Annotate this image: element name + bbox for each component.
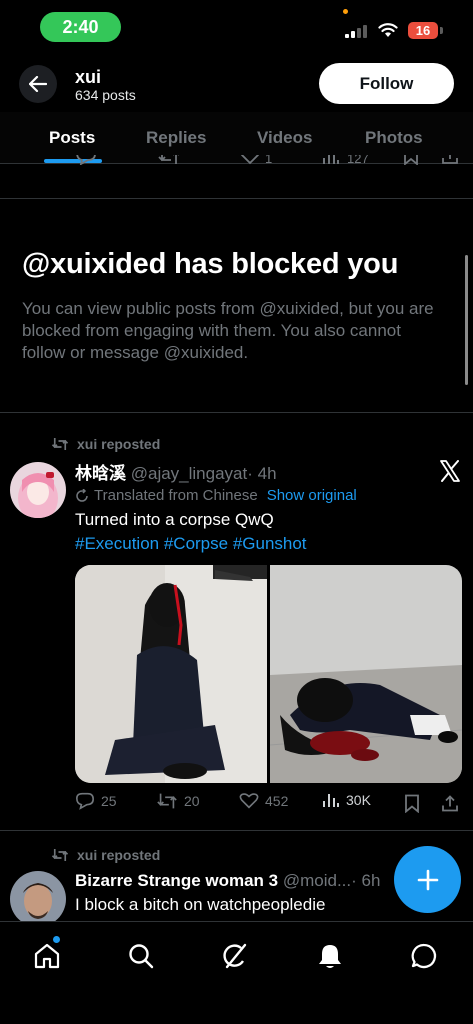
nav-grok[interactable]: [215, 936, 255, 976]
display-name[interactable]: 林晗溪: [75, 464, 126, 483]
bottom-navigation: [0, 921, 473, 1024]
views-button[interactable]: 30K: [322, 792, 371, 808]
bookmark-icon[interactable]: [403, 794, 421, 813]
avatar[interactable]: [10, 871, 66, 927]
views-icon[interactable]: [322, 155, 340, 165]
x-logo-icon: [440, 460, 460, 482]
heart-icon[interactable]: [239, 155, 261, 165]
compose-button[interactable]: [394, 846, 461, 913]
repost-label-text: xui reposted: [77, 436, 161, 452]
status-bar: 2:40 16: [0, 0, 473, 56]
avatar[interactable]: [10, 462, 66, 518]
grok-icon: [223, 943, 247, 969]
blocked-title: @xuixided has blocked you: [22, 248, 399, 280]
repost-icon: [51, 438, 69, 450]
timestamp: · 6h: [351, 871, 381, 890]
display-name[interactable]: Bizarre Strange woman 3: [75, 871, 278, 890]
translation-info: Translated from Chinese Show original: [75, 487, 357, 504]
tweet-hashtags[interactable]: #Execution #Corpse #Gunshot: [75, 534, 307, 554]
divider: [0, 198, 473, 199]
nav-messages[interactable]: [404, 936, 444, 976]
tweet-text: I block a bitch on watchpeopledie: [75, 895, 326, 914]
tweet-media[interactable]: [75, 565, 462, 783]
repost-icon: [51, 849, 69, 861]
scrollbar-thumb[interactable]: [465, 255, 468, 385]
tweet-header: Bizarre Strange woman 3 @moid...· 6h: [75, 871, 393, 891]
previous-view-count: 127: [347, 155, 369, 166]
reply-button[interactable]: 25: [75, 792, 117, 810]
view-count: 30K: [346, 792, 371, 808]
notification-dot: [53, 936, 60, 943]
media-image-1[interactable]: [75, 565, 267, 783]
tweet-text: Turned into a corpse QwQ: [75, 510, 274, 529]
repost-label: xui reposted: [51, 847, 160, 863]
battery-indicator: 16: [408, 22, 438, 39]
previous-post-actions: 1 127: [0, 155, 473, 175]
translate-icon: [76, 488, 88, 502]
cellular-signal-icon: [345, 25, 367, 38]
tab-photos[interactable]: Photos: [365, 128, 423, 148]
privacy-indicator-dot: [343, 9, 348, 14]
nav-notifications[interactable]: [310, 936, 350, 976]
views-icon: [323, 794, 339, 807]
repost-count: 20: [184, 793, 200, 809]
nav-home[interactable]: [27, 936, 67, 976]
reply-count: 25: [101, 793, 117, 809]
repost-button[interactable]: 20: [156, 792, 200, 810]
handle[interactable]: @ajay_lingayat: [131, 464, 248, 483]
tweet-actions: 25 20 452 30K: [75, 792, 465, 816]
translated-label: Translated from Chinese: [94, 487, 258, 504]
blocked-description: You can view public posts from @xuixided…: [22, 299, 434, 362]
handle[interactable]: @moid...: [283, 871, 351, 890]
bookmark-icon[interactable]: [402, 155, 420, 165]
media-image-2[interactable]: [270, 565, 462, 783]
show-original-link[interactable]: Show original: [267, 487, 357, 504]
post-count: 634 posts: [75, 87, 136, 103]
battery-cap: [440, 27, 443, 34]
reply-icon[interactable]: [75, 155, 97, 165]
back-button[interactable]: [19, 65, 57, 103]
profile-header: xui 634 posts Follow: [0, 58, 473, 110]
timestamp: · 4h: [247, 464, 277, 483]
tab-videos[interactable]: Videos: [257, 128, 312, 148]
divider: [0, 412, 473, 413]
previous-like-count: 1: [265, 155, 273, 166]
repost-icon[interactable]: [157, 155, 181, 165]
wifi-icon: [378, 23, 398, 37]
heart-icon: [239, 793, 259, 809]
nav-search[interactable]: [121, 936, 161, 976]
tab-replies[interactable]: Replies: [146, 128, 206, 148]
share-icon[interactable]: [441, 794, 459, 813]
reply-icon: [75, 792, 95, 810]
search-icon: [129, 944, 154, 969]
repost-icon: [157, 793, 177, 809]
divider: [0, 830, 473, 831]
status-time: 2:40: [40, 12, 121, 42]
profile-name: xui: [75, 67, 102, 87]
repost-label: xui reposted: [51, 436, 160, 452]
tab-posts[interactable]: Posts: [49, 128, 95, 148]
like-count: 452: [265, 793, 289, 809]
plus-icon: [417, 869, 438, 890]
repost-label-text: xui reposted: [77, 847, 161, 863]
follow-button[interactable]: Follow: [319, 63, 454, 104]
tweet-header: 林晗溪 @ajay_lingayat· 4h: [75, 459, 277, 484]
notifications-icon: [319, 945, 341, 968]
like-button[interactable]: 452: [239, 792, 288, 810]
home-icon: [34, 943, 60, 969]
messages-icon: [411, 943, 437, 969]
arrow-left-icon: [29, 76, 47, 92]
share-icon[interactable]: [441, 155, 459, 165]
